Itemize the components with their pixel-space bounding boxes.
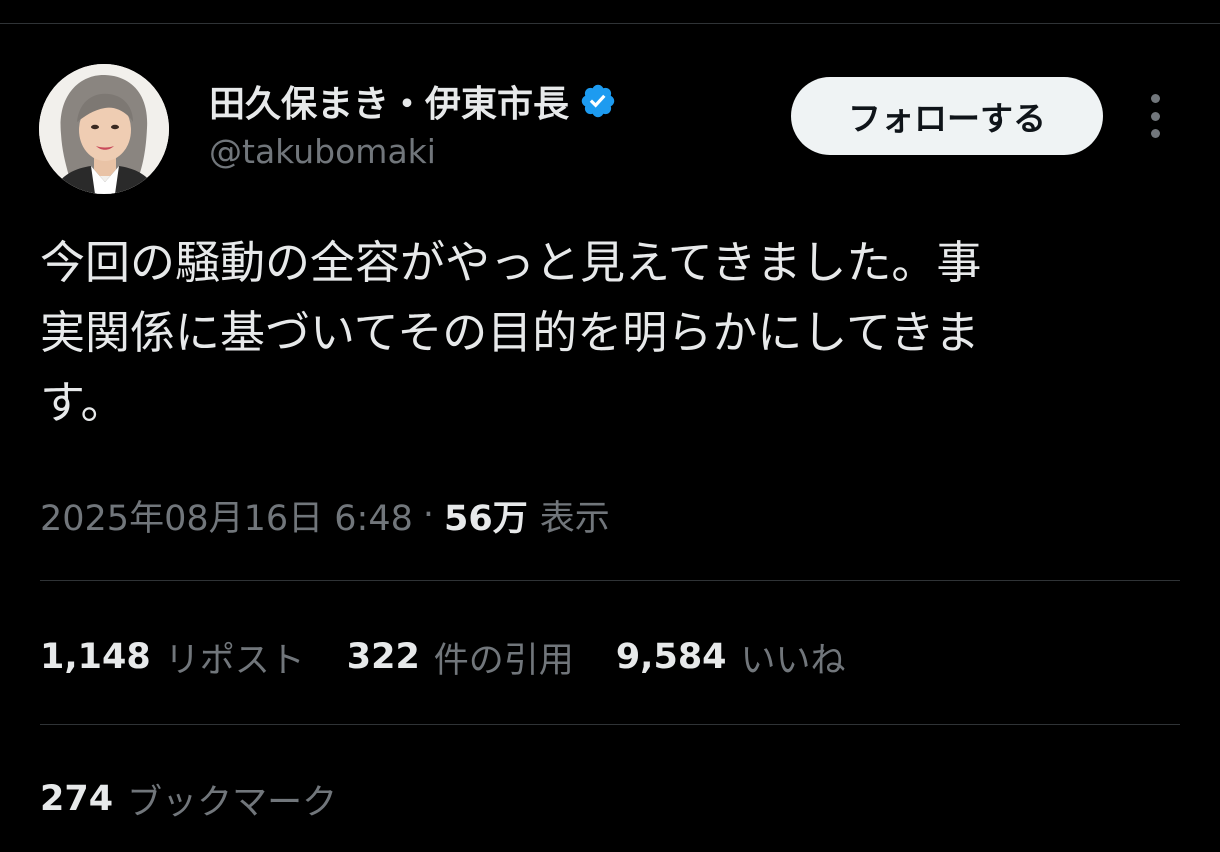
divider — [40, 580, 1180, 581]
tweet-text-line: す。 — [40, 376, 126, 429]
bookmarks-stat[interactable]: 274 ブックマーク — [40, 774, 337, 824]
follow-button[interactable]: フォローする — [791, 77, 1103, 155]
views-label: 表示 — [539, 498, 610, 539]
retweets-label: リポスト — [164, 640, 305, 681]
retweets-count: 1,148 — [40, 637, 151, 677]
avatar[interactable] — [39, 64, 169, 194]
bookmarks-count: 274 — [40, 779, 114, 819]
quotes-label: 件の引用 — [433, 640, 574, 681]
bookmarks-label: ブックマーク — [127, 782, 338, 823]
author-handle[interactable]: @takubomaki — [209, 132, 436, 171]
quotes-stat[interactable]: 322 件の引用 — [347, 632, 574, 683]
tweet-timestamp[interactable]: 2025年08月16日 6:48 — [40, 490, 413, 541]
tweet-text-line: 実関係に基づいてその目的を明らかにしてきま — [40, 306, 980, 359]
views-count[interactable]: 56万 — [444, 490, 528, 541]
top-divider — [0, 23, 1220, 24]
verified-badge-icon[interactable] — [579, 82, 617, 120]
quotes-count: 322 — [346, 637, 420, 677]
divider — [40, 724, 1180, 725]
avatar-image — [39, 64, 169, 194]
retweets-stat[interactable]: 1,148 リポスト — [40, 632, 305, 683]
more-dot — [1150, 129, 1160, 138]
likes-count: 9,584 — [615, 637, 727, 677]
more-dot — [1150, 94, 1160, 103]
more-vertical-icon[interactable] — [1135, 94, 1175, 138]
tweet-text-line: 今回の騒動の全容がやっと見えてきました。事 — [40, 236, 982, 289]
tweet-meta: 2025年08月16日 6:48 · 56万 表示 — [40, 490, 610, 540]
more-dot — [1150, 111, 1160, 121]
engagement-stats: 1,148 リポスト 322 件の引用 9,584 いいね — [40, 632, 888, 682]
author-display-name[interactable]: 田久保まき・伊東市長 — [209, 75, 569, 127]
likes-stat[interactable]: 9,584 いいね — [616, 632, 846, 683]
likes-label: いいね — [740, 640, 846, 681]
meta-separator: · — [422, 495, 435, 535]
author-name-row: 田久保まき・伊東市長 — [209, 76, 617, 126]
tweet-text: 今回の騒動の全容がやっと見えてきました。事 実関係に基づいてその目的を明らかにし… — [40, 228, 1180, 438]
